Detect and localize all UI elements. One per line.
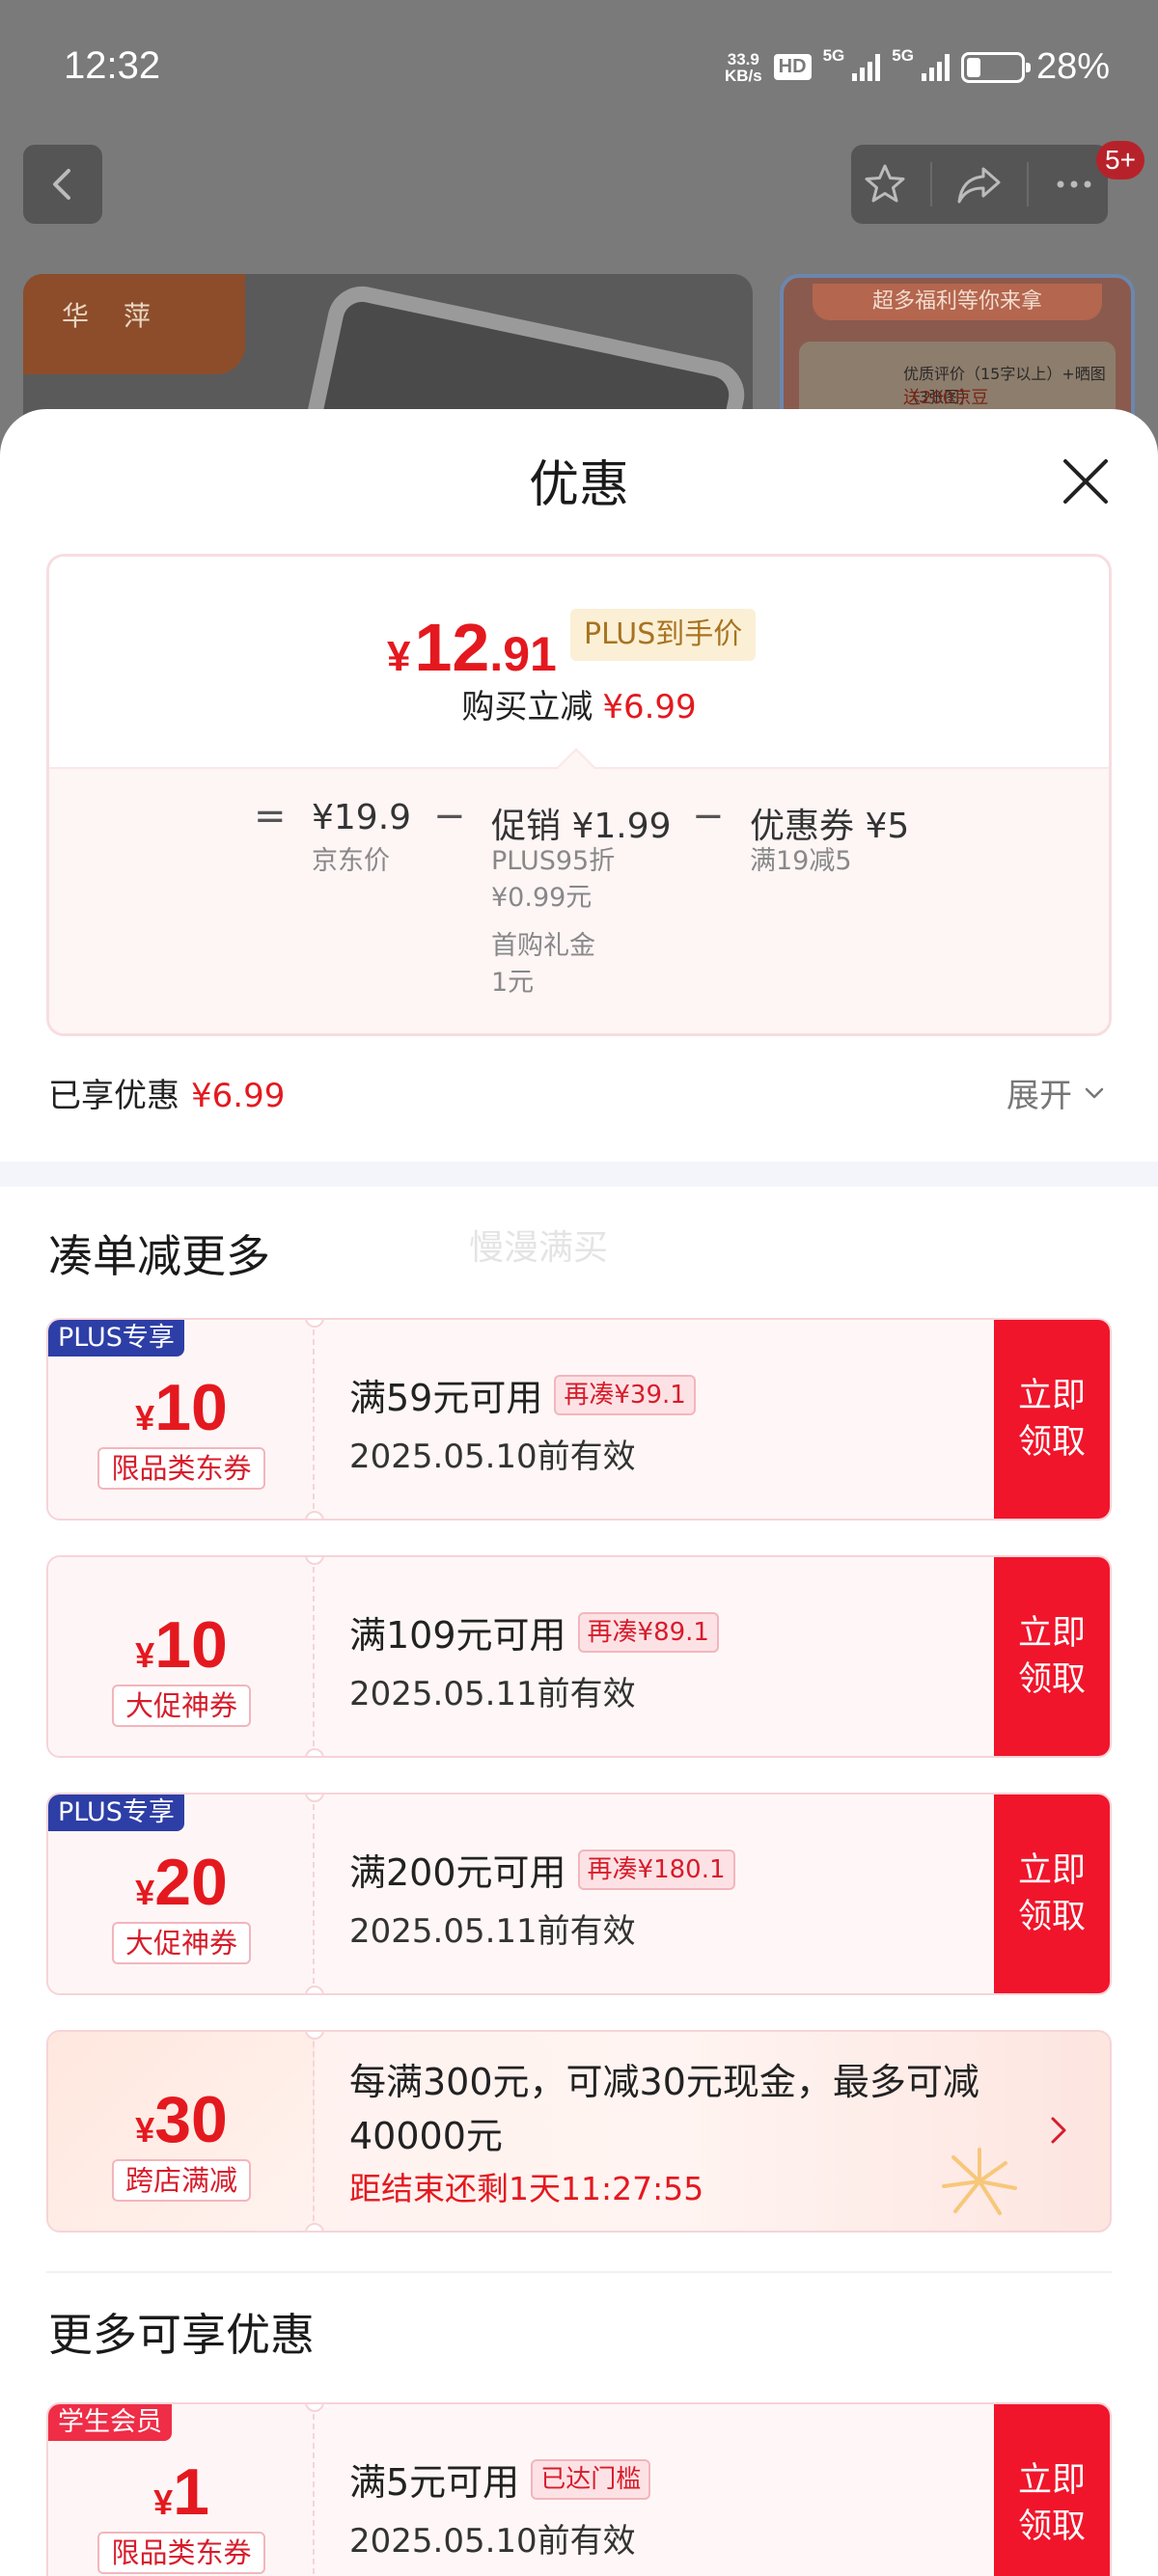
promo-detail: PLUS95折 — [491, 846, 616, 876]
coupon-condition: 满59元可用 — [349, 1377, 543, 1419]
coupon-type: 大促神券 — [111, 1685, 251, 1727]
coupon-card: PLUS专享 ¥10 限品类东券 满59元可用 再凑¥39.1 2025.05.1… — [46, 1318, 1112, 1521]
coupon-value: ¥20 — [135, 1846, 228, 1919]
coupon-value: ¥10 — [135, 1371, 228, 1444]
coupon-value: ¥1 — [153, 2455, 209, 2529]
coupon-condition: 满200元可用 — [349, 1851, 566, 1894]
coupon-validity: 2025.05.11前有效 — [349, 1675, 636, 1713]
message-badge: 5+ — [1096, 141, 1144, 179]
coupon-condition: 满5元可用 — [349, 2461, 520, 2504]
coupon-amount: 优惠券 ¥5 — [750, 807, 910, 846]
sheet-title: 优惠 — [528, 456, 629, 514]
coupon-type: 大促神券 — [111, 1922, 251, 1964]
back-button[interactable] — [23, 145, 102, 224]
buy-reduce: 购买立减 ¥6.99 — [461, 688, 697, 726]
promo-amount: 促销 ¥1.99 — [491, 807, 672, 846]
nav-actions — [851, 145, 1108, 224]
section-title-more-offers: 更多可享优惠 — [48, 2309, 315, 2361]
section-title-more-discounts: 凑单减更多 — [48, 1230, 270, 1282]
promo-detail: ¥0.99元 — [491, 883, 593, 913]
student-member-tag: 学生会员 — [48, 2404, 172, 2441]
claim-button[interactable]: 立即领取 — [994, 1795, 1110, 1993]
plus-exclusive-tag: PLUS专享 — [48, 1795, 184, 1831]
divider — [930, 162, 933, 206]
claim-button[interactable]: 立即领取 — [994, 1557, 1110, 1756]
chevron-left-icon — [53, 169, 70, 200]
hd-icon: HD — [773, 54, 812, 80]
equals-sign: = — [254, 794, 287, 838]
promo-countdown: 距结束还剩1天11:27:55 — [349, 2170, 704, 2207]
promo-banner: 超多福利等你来拿 — [813, 284, 1102, 320]
status-indicators: 33.9 KB/s HD 5G 5G 28% — [725, 46, 1110, 88]
discount-sheet: 优惠 ¥ 12 .91 PLUS到手价 购买立减 ¥6.99 = ¥19.9 京东… — [0, 409, 1158, 2576]
coupon-card: ¥10 大促神券 满109元可用 再凑¥89.1 2025.05.11前有效 立即… — [46, 1555, 1112, 1758]
final-price: ¥ 12 .91 — [387, 610, 557, 685]
coupon-validity: 2025.05.11前有效 — [349, 1912, 636, 1951]
enjoyed-discount: 已享优惠 ¥6.99 — [48, 1077, 286, 1115]
chevron-right-icon — [1051, 2117, 1066, 2144]
promo-detail: 首购礼金 — [491, 931, 595, 961]
sparkle-decoration-icon — [942, 2148, 1017, 2215]
5g-label: 5G — [892, 46, 914, 65]
battery-icon — [960, 51, 1031, 83]
background-page: 12:32 33.9 KB/s HD 5G 5G 28% 5+ 华萍 超多福利等… — [0, 0, 1158, 467]
star-icon[interactable] — [862, 161, 908, 207]
jd-price-label: 京东价 — [312, 846, 390, 876]
coupon-detail: 满19减5 — [750, 846, 852, 876]
divider — [46, 2271, 1112, 2273]
minus-sign: − — [433, 794, 466, 838]
status-bar: 12:32 33.9 KB/s HD 5G 5G 28% — [0, 0, 1158, 135]
expand-button[interactable]: 展开 — [1006, 1069, 1107, 1116]
add-more-badge: 再凑¥39.1 — [554, 1374, 696, 1415]
minus-sign: − — [692, 794, 725, 838]
coupon-card: PLUS专享 ¥20 大促神券 满200元可用 再凑¥180.1 2025.05.… — [46, 1793, 1112, 1995]
signal-icon — [921, 53, 950, 81]
share-icon[interactable] — [954, 161, 1005, 207]
price-summary: ¥ 12 .91 PLUS到手价 购买立减 ¥6.99 = ¥19.9 京东价 −… — [46, 554, 1112, 1036]
claim-button[interactable]: 立即领取 — [994, 2404, 1110, 2576]
coupon-validity: 2025.05.10前有效 — [349, 1438, 636, 1476]
coupon-card: 学生会员 ¥1 限品类东券 满5元可用 已达门槛 2025.05.10前有效 立即… — [46, 2402, 1112, 2576]
jd-price: ¥19.9 — [312, 798, 412, 837]
coupon-validity: 2025.05.10前有效 — [349, 2522, 636, 2561]
coupon-condition: 满109元可用 — [349, 1614, 566, 1657]
close-icon — [1063, 459, 1108, 504]
promo-type: 跨店满减 — [111, 2159, 251, 2202]
signal-icon — [852, 53, 881, 81]
cross-store-promo[interactable]: ¥30 跨店满减 每满300元，可减30元现金，最多可减40000元 距结束还剩… — [46, 2030, 1112, 2233]
section-divider — [0, 1162, 1158, 1187]
add-more-badge: 再凑¥89.1 — [577, 1611, 719, 1653]
more-icon[interactable] — [1051, 161, 1097, 207]
chevron-down-icon — [1085, 1087, 1104, 1098]
promo-value: ¥30 — [135, 2083, 228, 2156]
coupon-value: ¥10 — [135, 1608, 228, 1682]
divider — [1026, 162, 1029, 206]
claim-button[interactable]: 立即领取 — [994, 1320, 1110, 1519]
plus-exclusive-tag: PLUS专享 — [48, 1320, 184, 1357]
watermark: 慢漫满买 — [469, 1228, 609, 1268]
add-more-badge: 再凑¥180.1 — [577, 1849, 735, 1890]
promo-detail: 1元 — [491, 968, 535, 998]
coupon-type: 限品类东券 — [97, 1447, 265, 1490]
threshold-reached-badge: 已达门槛 — [531, 2458, 651, 2500]
battery-percent: 28% — [1035, 46, 1110, 87]
network-speed: 33.9 KB/s — [724, 49, 762, 85]
coupon-type: 限品类东券 — [97, 2532, 265, 2574]
close-button[interactable] — [1052, 448, 1119, 515]
status-time: 12:32 — [64, 44, 161, 87]
plus-price-tag: PLUS到手价 — [570, 609, 757, 661]
brand-logo: 华萍 — [23, 274, 245, 374]
5g-label: 5G — [822, 46, 845, 65]
